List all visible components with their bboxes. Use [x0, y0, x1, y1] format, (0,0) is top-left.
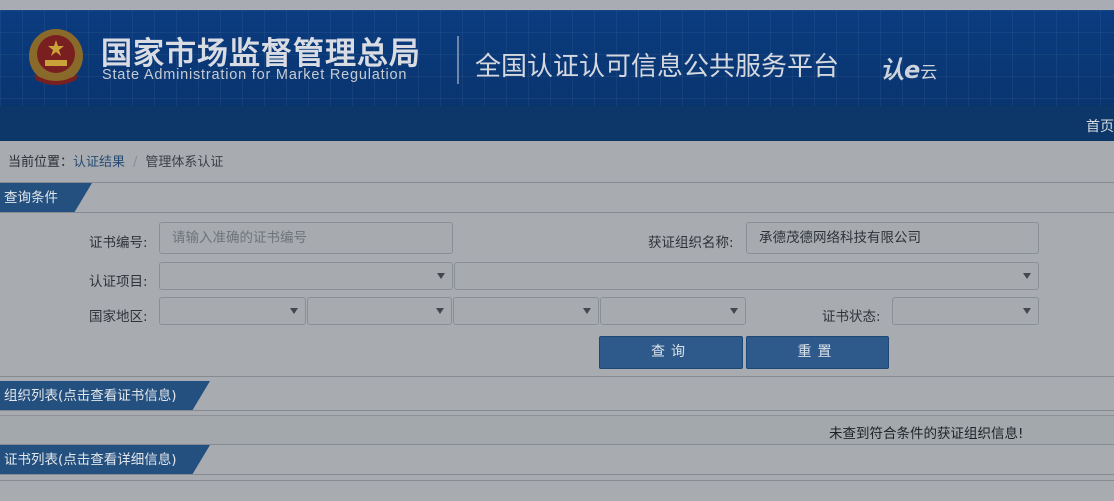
empty-result-row: 未查到符合条件的获证组织信息! [0, 415, 1114, 445]
region-label: 国家地区: [89, 309, 148, 325]
dropdown-arrow-icon [1023, 273, 1031, 279]
section-tab-org-list: 组织列表(点击查看证书信息) [0, 381, 210, 411]
cert-status-select[interactable] [892, 297, 1039, 325]
section-divider [0, 410, 1114, 411]
nav-home-link[interactable]: 首页 [1086, 116, 1114, 136]
org-name-input[interactable]: 承德茂德网络科技有限公司 [746, 222, 1039, 254]
section-tab-cert-list: 证书列表(点击查看详细信息) [0, 445, 210, 475]
nav-bar: 首页 [0, 106, 1114, 141]
region-city-select[interactable] [453, 297, 599, 325]
breadcrumb: 当前位置：认证结果 / 管理体系认证 [8, 151, 223, 170]
region-district-select[interactable] [600, 297, 746, 325]
project-category-select[interactable] [159, 262, 453, 290]
dropdown-arrow-icon [290, 308, 298, 314]
platform-logo: 认e云 [880, 50, 937, 85]
dropdown-arrow-icon [437, 273, 445, 279]
section-divider [0, 212, 1114, 213]
project-detail-select[interactable] [454, 262, 1039, 290]
dropdown-arrow-icon [436, 308, 444, 314]
breadcrumb-link-results[interactable]: 认证结果 [73, 155, 125, 170]
dropdown-arrow-icon [730, 308, 738, 314]
region-province-select[interactable] [307, 297, 452, 325]
cert-no-input[interactable]: 请输入准确的证书编号 [159, 222, 453, 254]
national-emblem-icon [29, 29, 83, 85]
section-divider [0, 182, 1114, 183]
section-tab-query: 查询条件 [0, 183, 92, 213]
empty-result-message: 未查到符合条件的获证组织信息! [829, 426, 1024, 442]
section-divider [0, 480, 1114, 481]
org-name-english: State Administration for Market Regulati… [102, 67, 408, 83]
logo-main-text: 认e [880, 56, 921, 84]
section-divider [0, 376, 1114, 377]
cert-no-label: 证书编号: [89, 235, 148, 251]
project-label: 认证项目: [89, 274, 148, 290]
breadcrumb-prefix: 当前位置： [8, 155, 74, 170]
site-header: 国家市场监督管理总局 State Administration for Mark… [0, 10, 1114, 106]
region-country-select[interactable] [159, 297, 306, 325]
search-button[interactable]: 查询 [599, 336, 743, 369]
dropdown-arrow-icon [1023, 308, 1031, 314]
platform-title: 全国认证认可信息公共服务平台 [475, 52, 840, 82]
logo-small-text: 云 [920, 63, 938, 83]
top-strip [0, 0, 1114, 10]
dropdown-arrow-icon [583, 308, 591, 314]
breadcrumb-separator: / [133, 155, 138, 170]
status-label: 证书状态: [822, 309, 881, 325]
section-divider [0, 444, 1114, 445]
org-name-label: 获证组织名称: [648, 235, 734, 251]
breadcrumb-current: 管理体系认证 [145, 155, 224, 170]
reset-button[interactable]: 重置 [746, 336, 889, 369]
section-divider [0, 474, 1114, 475]
header-divider [457, 36, 459, 84]
